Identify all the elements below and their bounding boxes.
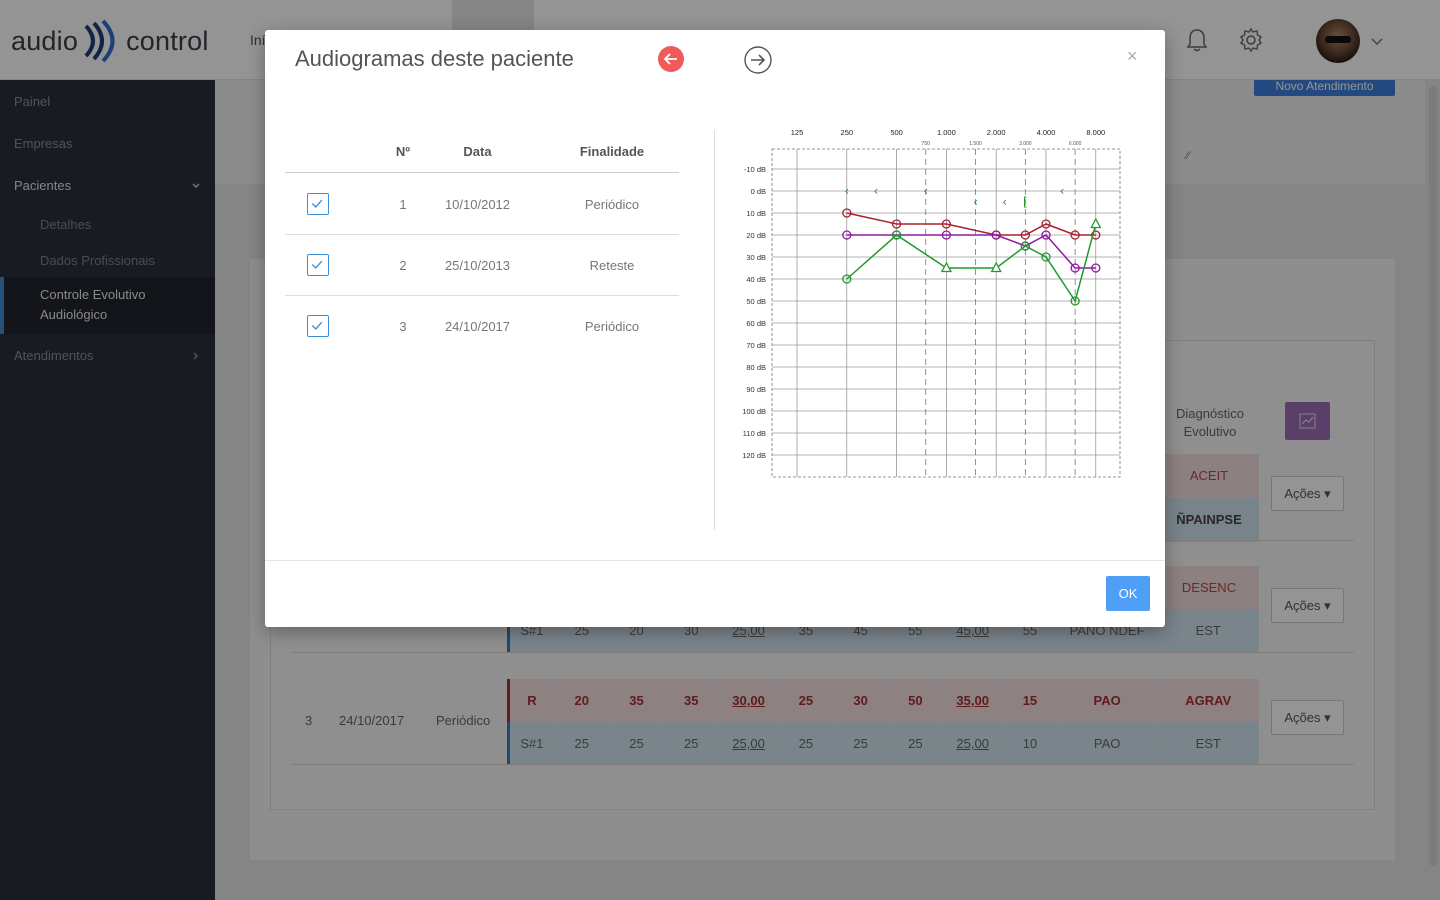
row-divider [285, 295, 679, 296]
data-point [1090, 217, 1102, 229]
y-tick-label: 30 dB [746, 253, 766, 262]
row-date: 10/10/2012 [444, 197, 511, 212]
y-tick-label: -10 dB [744, 165, 766, 174]
y-tick-label: 20 dB [746, 231, 766, 240]
row-finalidade: Reteste [589, 258, 635, 273]
row-finalidade: Periódico [584, 197, 640, 212]
column-header-data: Data [463, 144, 492, 159]
row-number: 3 [399, 319, 407, 334]
arrow-right-icon[interactable] [743, 45, 773, 75]
checkmark-icon [311, 199, 323, 208]
x-tick-label-mid: 3.000 [1019, 141, 1032, 147]
x-tick-label-mid: 6.000 [1069, 141, 1082, 147]
audiograms-modal: Audiogramas deste paciente × Nº Data Fin… [265, 30, 1165, 627]
plot-border [771, 148, 1121, 478]
bone-marker: [ [1023, 195, 1028, 209]
checkmark-icon [311, 321, 323, 330]
y-tick-label: 50 dB [746, 297, 766, 306]
y-tick-label: 40 dB [746, 275, 766, 284]
y-tick-label: 100 dB [742, 407, 766, 416]
modal-footer [265, 560, 1165, 627]
x-tick-label: 8.000 [1086, 128, 1105, 137]
x-tick-label: 2.000 [987, 128, 1006, 137]
x-tick-label: 500 [890, 128, 903, 137]
header-divider [285, 172, 679, 173]
row-divider [285, 234, 679, 235]
series-line [846, 212, 1096, 236]
row-number: 1 [399, 197, 407, 212]
row-checkbox[interactable] [307, 193, 329, 215]
bone-marker: ‹ [844, 184, 849, 198]
y-tick-label: 80 dB [746, 363, 766, 372]
y-tick-label: 0 dB [751, 187, 766, 196]
bone-marker: ‹ [1060, 184, 1065, 198]
x-tick-label-mid: 1.500 [969, 141, 982, 147]
y-tick-label: 120 dB [742, 451, 766, 460]
row-number: 2 [399, 258, 407, 273]
row-date: 24/10/2017 [444, 319, 511, 334]
arrow-left-icon[interactable] [657, 45, 685, 73]
modal-vertical-divider [714, 130, 715, 530]
ok-button[interactable]: OK [1106, 576, 1150, 611]
y-tick-label: 110 dB [743, 429, 766, 438]
bone-marker: ‹ [1002, 195, 1007, 209]
modal-title: Audiogramas deste paciente [295, 46, 574, 71]
bone-marker: ‹ [973, 195, 978, 209]
y-tick-label: 10 dB [746, 209, 766, 218]
column-header-numero: Nº [395, 144, 411, 159]
y-tick-label: 90 dB [746, 385, 766, 394]
bone-marker: ‹ [923, 184, 928, 198]
row-checkbox[interactable] [307, 315, 329, 337]
x-tick-label: 1.000 [937, 128, 956, 137]
y-tick-label: 60 dB [746, 319, 766, 328]
row-checkbox[interactable] [307, 254, 329, 276]
audiogram-chart: -10 dB 0 dB 10 dB 20 dB 30 dB 40 dB 50 dB 60 dB… [742, 128, 1121, 478]
checkmark-icon [311, 260, 323, 269]
column-header-finalidade: Finalidade [579, 144, 645, 159]
bone-marker: ‹ [874, 184, 879, 198]
x-tick-label-mid: 750 [922, 141, 931, 147]
row-finalidade: Periódico [584, 319, 640, 334]
x-tick-label: 250 [841, 128, 854, 137]
series-line [846, 234, 1096, 269]
row-date: 25/10/2013 [444, 258, 511, 273]
x-tick-label: 4.000 [1037, 128, 1056, 137]
y-tick-label: 70 dB [746, 341, 766, 350]
x-tick-label: 125 [791, 128, 804, 137]
close-icon[interactable]: × [1127, 46, 1138, 67]
